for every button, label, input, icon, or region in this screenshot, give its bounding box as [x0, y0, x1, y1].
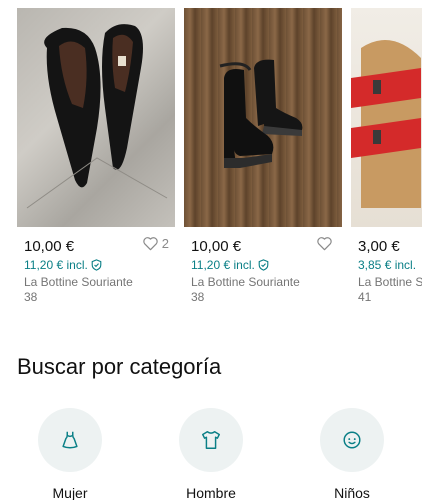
category-icon-circle[interactable]	[179, 408, 243, 472]
category-ninos[interactable]: Niños	[319, 408, 385, 500]
product-brand: La Bottine Souriante	[191, 275, 300, 289]
price-incl-text: 11,20 € incl.	[24, 258, 88, 272]
category-label: Niños	[334, 485, 370, 500]
red-sandals-image	[351, 40, 421, 208]
shield-check-icon	[91, 259, 102, 271]
product-card[interactable]: 10,00 € 2 11,20 € incl. La Bottine Souri…	[17, 8, 175, 304]
product-card[interactable]: 10,00 € 11,20 € incl. La Bottine Sourian…	[184, 8, 342, 304]
product-image[interactable]	[17, 8, 175, 227]
product-image[interactable]	[351, 8, 422, 227]
price-incl-text: 3,85 € incl.	[358, 258, 417, 272]
product-card[interactable]: 3,00 € 3,85 € incl. La Bottine S 41	[351, 8, 422, 304]
favorite-count: 2	[161, 236, 169, 251]
black-pumps-image	[26, 24, 168, 209]
category-section-title: Buscar por categoría	[17, 354, 222, 379]
category-icon-circle[interactable]	[320, 408, 384, 472]
product-price: 3,00 €	[358, 238, 400, 255]
product-size: 38	[24, 290, 38, 304]
price-incl-protection[interactable]: 3,85 € incl.	[358, 257, 422, 273]
child-face-icon	[343, 431, 361, 449]
category-hombre[interactable]: Hombre	[178, 408, 244, 500]
heart-icon	[317, 237, 332, 251]
category-label: Mujer	[52, 485, 88, 500]
shield-check-icon	[258, 259, 269, 271]
category-icon-circle[interactable]	[38, 408, 102, 472]
price-incl-protection[interactable]: 11,20 € incl.	[191, 257, 342, 273]
product-size: 38	[191, 290, 205, 304]
product-size: 41	[358, 290, 372, 304]
product-brand: La Bottine S	[358, 275, 422, 289]
dress-icon	[62, 431, 78, 449]
price-incl-text: 11,20 € incl.	[191, 258, 255, 272]
heart-icon	[143, 237, 158, 251]
product-price: 10,00 €	[24, 238, 75, 255]
product-price: 10,00 €	[191, 238, 242, 255]
category-label: Hombre	[186, 485, 236, 500]
favorite-button[interactable]: 2	[142, 236, 169, 251]
category-mujer[interactable]: Mujer	[37, 408, 103, 500]
product-image[interactable]	[184, 8, 342, 227]
black-ankle-boots-image	[219, 59, 303, 168]
tshirt-icon	[202, 431, 220, 449]
favorite-button[interactable]	[316, 236, 336, 251]
product-brand: La Bottine Souriante	[24, 275, 133, 289]
price-incl-protection[interactable]: 11,20 € incl.	[24, 257, 175, 273]
product-carousel[interactable]: 10,00 € 2 11,20 € incl. La Bottine Souri…	[0, 0, 422, 330]
